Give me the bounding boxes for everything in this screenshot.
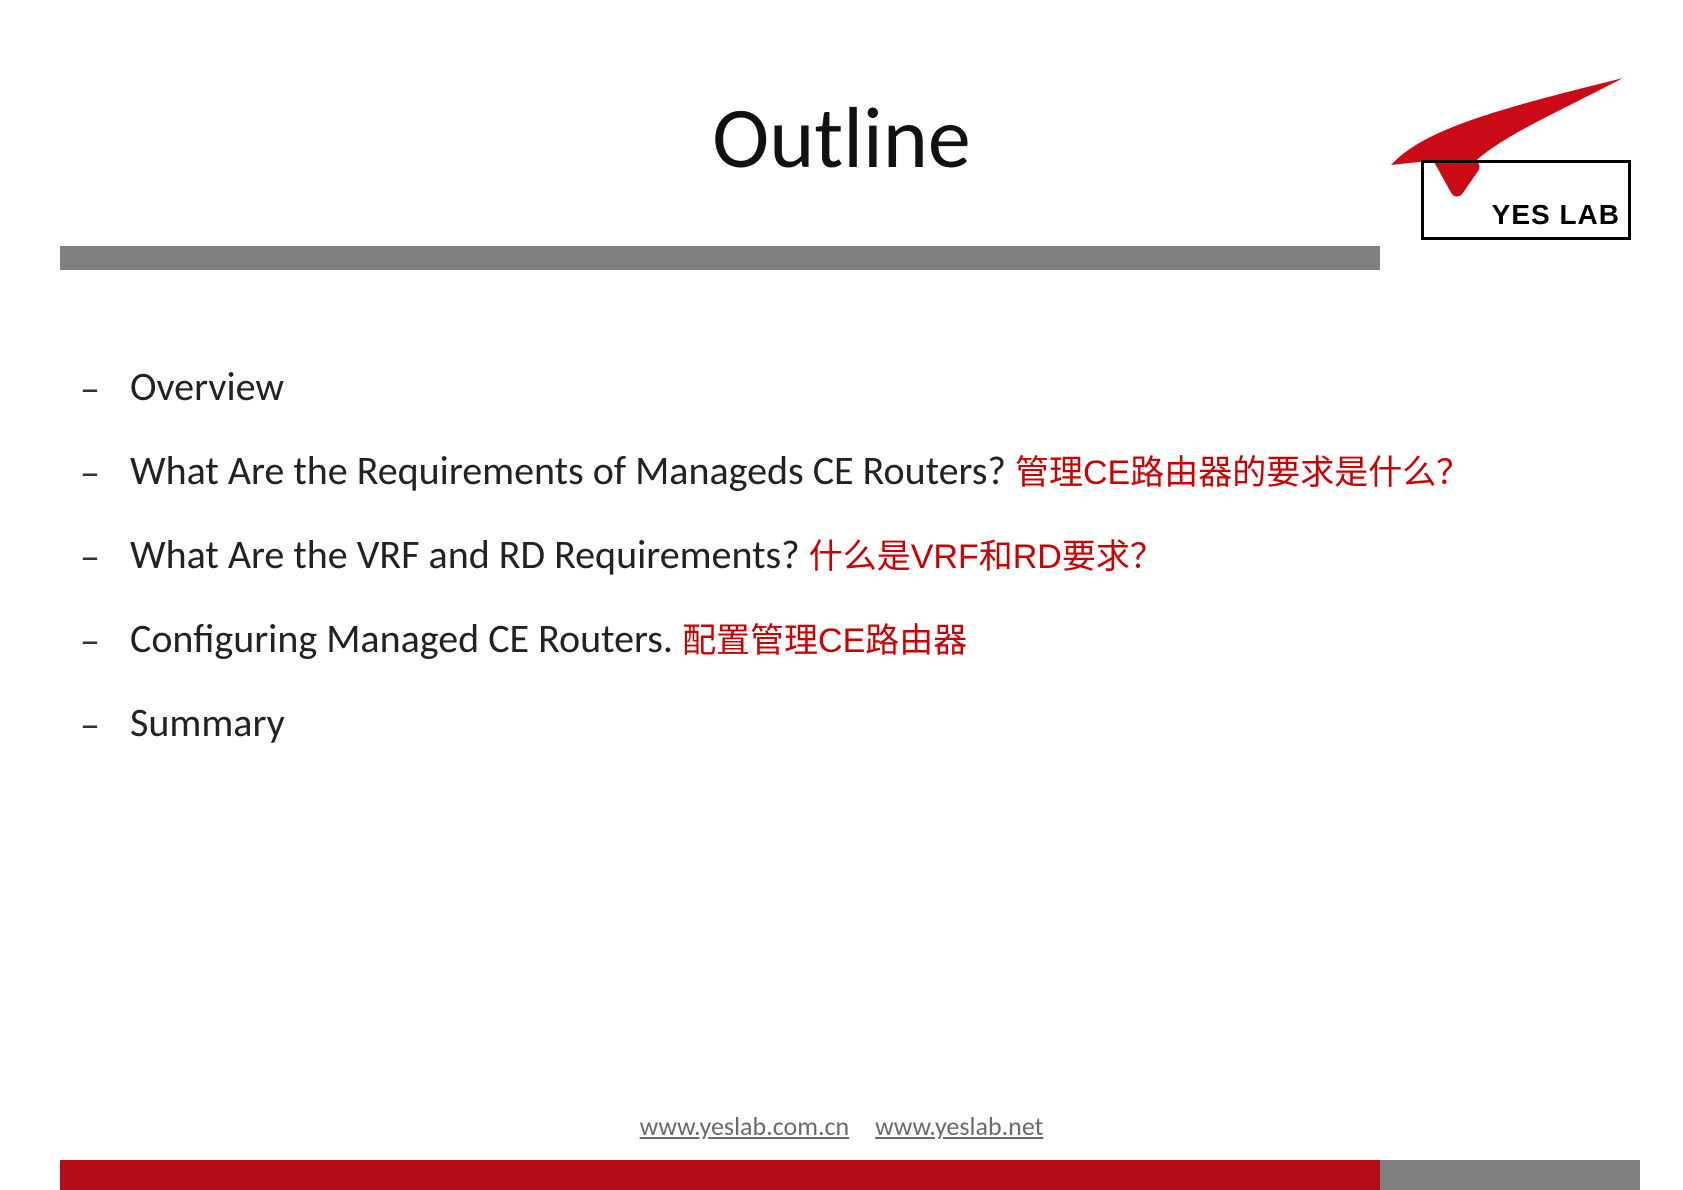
item-en: What Are the Requirements of Manageds CE… [130,446,1015,495]
yeslab-logo: YES LAB [1383,70,1633,240]
footer-link-1[interactable]: www.yeslab.com.cn [640,1110,850,1142]
title-underline-bar [60,246,1380,270]
item-zh: 管理CE路由器的要求是什么？ [1015,454,1470,492]
item-en: What Are the VRF and RD Requirements? [130,530,809,579]
outline-list: – Overview – What Are the Requirements o… [80,360,1600,780]
list-item: – Overview [80,360,1600,416]
logo-text: YES LAB [1492,199,1620,231]
footer-link-2[interactable]: www.yeslab.net [875,1110,1043,1142]
list-item: – Configuring Managed CE Routers. 配置管理CE… [80,612,1600,668]
footer-bar-grey [1380,1160,1640,1190]
item-en: Overview [130,362,284,411]
bullet-dash: – [80,360,130,416]
bullet-dash: – [80,696,130,752]
bullet-dash: – [80,444,130,500]
footer-links: www.yeslab.com.cn www.yeslab.net [0,1110,1683,1142]
item-zh: 什么是VRF和RD要求？ [809,538,1164,576]
list-item: – What Are the VRF and RD Requirements? … [80,528,1600,584]
bullet-dash: – [80,612,130,668]
footer-bar-red [60,1160,1380,1190]
list-item: – Summary [80,696,1600,752]
logo-box: YES LAB [1421,160,1631,240]
bullet-dash: – [80,528,130,584]
item-en: Configuring Managed CE Routers. [130,614,682,663]
list-item: – What Are the Requirements of Manageds … [80,444,1600,500]
item-zh: 配置管理CE路由器 [682,622,967,660]
item-en: Summary [130,698,285,747]
slide: Outline YES LAB – Overview – What Are th… [0,0,1683,1190]
